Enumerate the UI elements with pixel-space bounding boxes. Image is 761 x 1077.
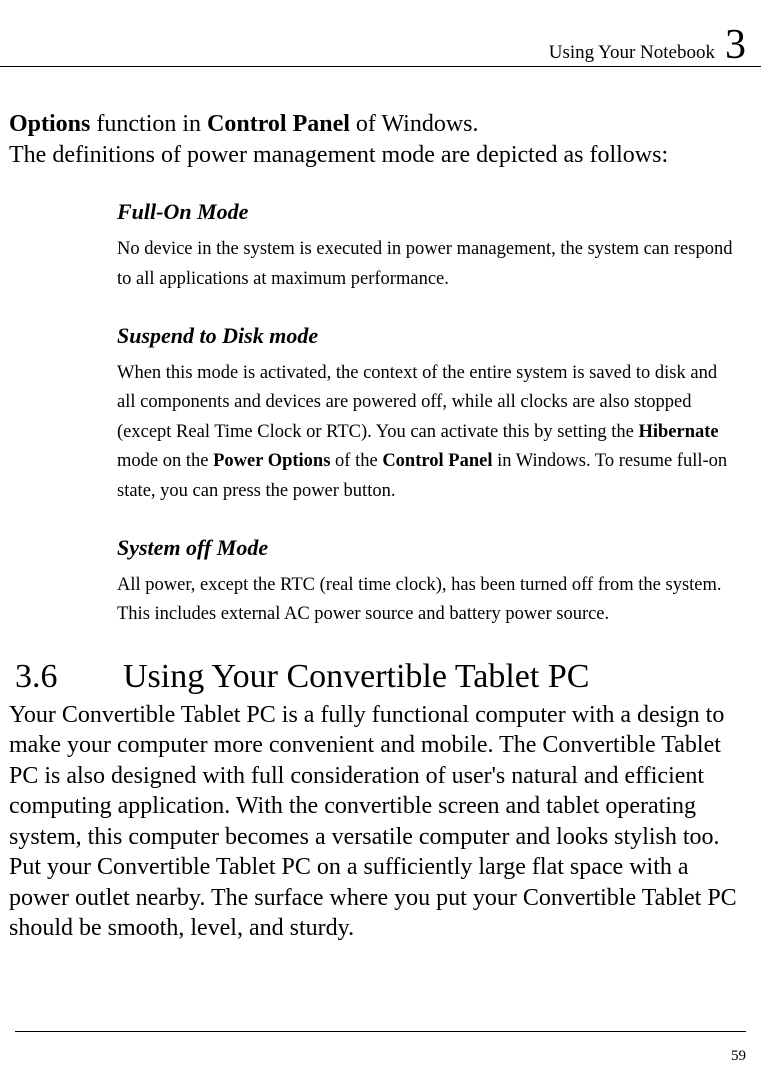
section-body: Your Convertible Tablet PC is a fully fu… [9,700,746,944]
mode-heading: Suspend to Disk mode [117,323,736,349]
suspend-power-options-bold: Power Options [213,451,330,471]
header-title: Using Your Notebook [549,42,715,63]
page-footer: 59 [15,1031,746,1077]
intro-paragraph: Options function in Control Panel of Win… [9,109,746,171]
mode-full-on: Full-On Mode No device in the system is … [9,199,746,294]
suspend-p3: of the [330,451,382,471]
suspend-p1: When this mode is activated, the context… [117,363,717,442]
suspend-hibernate-bold: Hibernate [638,422,718,442]
suspend-control-panel-bold: Control Panel [382,451,492,471]
mode-system-off: System off Mode All power, except the RT… [9,535,746,630]
suspend-p2: mode on the [117,451,213,471]
section-title: Using Your Convertible Tablet PC [123,658,589,696]
intro-control-panel-bold: Control Panel [207,111,350,137]
intro-part1: function in [90,111,207,137]
mode-heading: Full-On Mode [117,199,736,225]
section-heading-row: 3.6 Using Your Convertible Tablet PC [9,658,746,696]
page-number: 59 [731,1048,746,1064]
header-chapter-number: 3 [725,22,746,68]
mode-suspend: Suspend to Disk mode When this mode is a… [9,323,746,507]
mode-body: When this mode is activated, the context… [117,359,736,507]
intro-options-bold: Options [9,111,90,137]
page-content: Options function in Control Panel of Win… [0,67,761,943]
section-number: 3.6 [9,658,123,696]
intro-line2: The definitions of power management mode… [9,142,668,168]
intro-part2: of Windows. [350,111,479,137]
mode-heading: System off Mode [117,535,736,561]
page-header: Using Your Notebook 3 [0,0,761,67]
mode-body: All power, except the RTC (real time clo… [117,571,736,630]
mode-body: No device in the system is executed in p… [117,235,736,294]
